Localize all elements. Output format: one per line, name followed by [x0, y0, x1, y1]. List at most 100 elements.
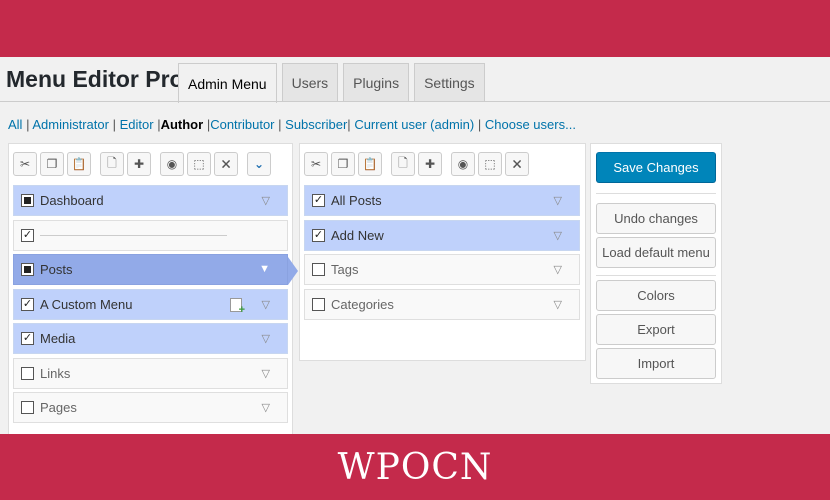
role-author-current: Author: [160, 117, 204, 132]
role-administrator-link[interactable]: Administrator: [32, 117, 109, 132]
expand-arrow-icon[interactable]: ▼: [259, 263, 270, 275]
save-changes-button[interactable]: Save Changes: [596, 152, 716, 183]
top-level-menu-panel: ✂ ❐ 📋 🗋 ✚ ◉ ⬚ 🗙 ⌄ Dashboard ▽ ✓ Posts ▼ …: [8, 143, 293, 443]
new-separator-icon[interactable]: ✚: [127, 152, 151, 176]
tab-plugins[interactable]: Plugins: [343, 63, 410, 102]
role-separator: |: [477, 117, 482, 132]
role-separator: |: [278, 117, 282, 132]
paste-icon[interactable]: 📋: [358, 152, 382, 176]
new-menu-icon[interactable]: 🗋: [100, 152, 124, 176]
unchecked-checkbox[interactable]: [21, 401, 34, 414]
menu-item-custom-menu[interactable]: ✓ A Custom Menu ▽: [13, 288, 288, 320]
top-level-menu-list: Dashboard ▽ ✓ Posts ▼ ✓ A Custom Menu ▽ …: [13, 185, 288, 427]
tab-admin-menu[interactable]: Admin Menu: [178, 63, 277, 103]
role-choose-users-link[interactable]: Choose users...: [485, 117, 576, 132]
unchecked-checkbox[interactable]: [312, 263, 325, 276]
submenu-item-all-posts[interactable]: ✓ All Posts ▽: [304, 185, 580, 216]
new-menu-icon[interactable]: 🗋: [391, 152, 415, 176]
submenu-item-add-new[interactable]: ✓ Add New ▽: [304, 219, 580, 251]
expand-arrow-icon[interactable]: ▽: [262, 298, 270, 311]
menu-item-label: Media: [40, 331, 76, 346]
cut-icon[interactable]: ✂: [13, 152, 37, 176]
expand-arrow-icon[interactable]: ▽: [262, 401, 270, 414]
expand-arrow-icon[interactable]: ▽: [262, 332, 270, 345]
expand-arrow-icon[interactable]: ▽: [262, 367, 270, 380]
menu-item-label: Posts: [40, 262, 73, 277]
role-separator: |: [26, 117, 30, 132]
menu-item-label: All Posts: [331, 193, 382, 208]
submenu-item-categories[interactable]: Categories ▽: [304, 288, 580, 320]
menu-item-label: Dashboard: [40, 193, 104, 208]
custom-page-icon: [230, 297, 245, 316]
export-button[interactable]: Export: [596, 314, 716, 345]
menu-item-posts[interactable]: Posts ▼: [13, 254, 288, 285]
expand-arrow-icon[interactable]: ▽: [554, 298, 562, 311]
selection-pointer: [288, 257, 298, 285]
submenu-panel: ✂ ❐ 📋 🗋 ✚ ◉ ⬚ 🗙 ✓ All Posts ▽ ✓ Add New …: [299, 143, 586, 361]
delete-icon[interactable]: 🗙: [505, 152, 529, 176]
tab-users[interactable]: Users: [281, 63, 339, 102]
menu-item-label: Categories: [331, 296, 394, 312]
menu-item-label: A Custom Menu: [40, 296, 133, 312]
menu-item-dashboard[interactable]: Dashboard ▽: [13, 185, 288, 216]
hide-icon[interactable]: ◉: [451, 152, 475, 176]
role-current-user-link[interactable]: Current user (admin): [354, 117, 474, 132]
expand-arrow-icon[interactable]: ▽: [554, 263, 562, 276]
partial-checkbox[interactable]: [21, 263, 34, 276]
actions-divider: [596, 193, 716, 194]
role-editor-link[interactable]: Editor: [120, 117, 154, 132]
actions-divider: [596, 275, 716, 276]
menu-item-label: Links: [40, 365, 71, 381]
menu-item-separator[interactable]: ✓: [13, 219, 288, 251]
copy-icon[interactable]: ❐: [331, 152, 355, 176]
checked-checkbox[interactable]: ✓: [21, 332, 34, 345]
unchecked-checkbox[interactable]: [21, 366, 34, 380]
new-separator-icon[interactable]: ✚: [418, 152, 442, 176]
load-default-menu-button[interactable]: Load default menu: [596, 237, 716, 268]
role-filter: All | Administrator | Editor | Author | Co…: [8, 117, 576, 132]
page-header: Menu Editor Pro Admin Menu Users Plugins…: [0, 57, 830, 103]
cut-icon[interactable]: ✂: [304, 152, 328, 176]
submenu-item-tags[interactable]: Tags ▽: [304, 254, 580, 285]
top-banner: [0, 0, 830, 57]
expand-icon[interactable]: ⌄: [247, 152, 271, 176]
checked-checkbox[interactable]: ✓: [312, 194, 325, 207]
select-icon[interactable]: ⬚: [478, 152, 502, 176]
checked-checkbox[interactable]: ✓: [312, 228, 325, 242]
header-divider: [0, 101, 830, 102]
undo-changes-button[interactable]: Undo changes: [596, 203, 716, 234]
expand-arrow-icon[interactable]: ▽: [554, 229, 562, 242]
unchecked-checkbox[interactable]: [312, 297, 325, 311]
hide-icon[interactable]: ◉: [160, 152, 184, 176]
brand-logo-text: WPOCN: [337, 446, 493, 488]
tab-settings[interactable]: Settings: [414, 63, 485, 102]
copy-icon[interactable]: ❐: [40, 152, 64, 176]
partial-checkbox[interactable]: [21, 194, 34, 207]
submenu-list: ✓ All Posts ▽ ✓ Add New ▽ Tags ▽ Categor…: [304, 185, 580, 323]
menu-item-media[interactable]: ✓ Media ▽: [13, 323, 288, 354]
expand-arrow-icon[interactable]: ▽: [262, 194, 270, 207]
separator-line: [40, 234, 227, 236]
delete-icon[interactable]: 🗙: [214, 152, 238, 176]
menu-item-label: Tags: [331, 262, 359, 277]
select-icon[interactable]: ⬚: [187, 152, 211, 176]
role-separator: |: [112, 117, 116, 132]
menu-item-links[interactable]: Links ▽: [13, 357, 288, 389]
checked-checkbox[interactable]: ✓: [21, 228, 34, 242]
menu-item-pages[interactable]: Pages ▽: [13, 392, 288, 423]
import-button[interactable]: Import: [596, 348, 716, 379]
tab-bar: Admin Menu Users Plugins Settings: [178, 63, 490, 103]
colors-button[interactable]: Colors: [596, 280, 716, 311]
checked-checkbox[interactable]: ✓: [21, 297, 34, 311]
role-contributor-link[interactable]: Contributor: [210, 117, 274, 132]
menu-item-label: Pages: [40, 400, 77, 415]
role-all-link[interactable]: All: [8, 117, 22, 132]
menu-item-label: Add New: [331, 227, 384, 243]
left-toolbar: ✂ ❐ 📋 🗋 ✚ ◉ ⬚ 🗙 ⌄: [13, 152, 274, 176]
actions-box: Save Changes Undo changes Load default m…: [590, 143, 722, 384]
page-title: Menu Editor Pro: [6, 66, 184, 92]
role-separator: |: [347, 117, 351, 132]
expand-arrow-icon[interactable]: ▽: [554, 194, 562, 207]
paste-icon[interactable]: 📋: [67, 152, 91, 176]
role-subscriber-link[interactable]: Subscriber: [285, 117, 347, 132]
